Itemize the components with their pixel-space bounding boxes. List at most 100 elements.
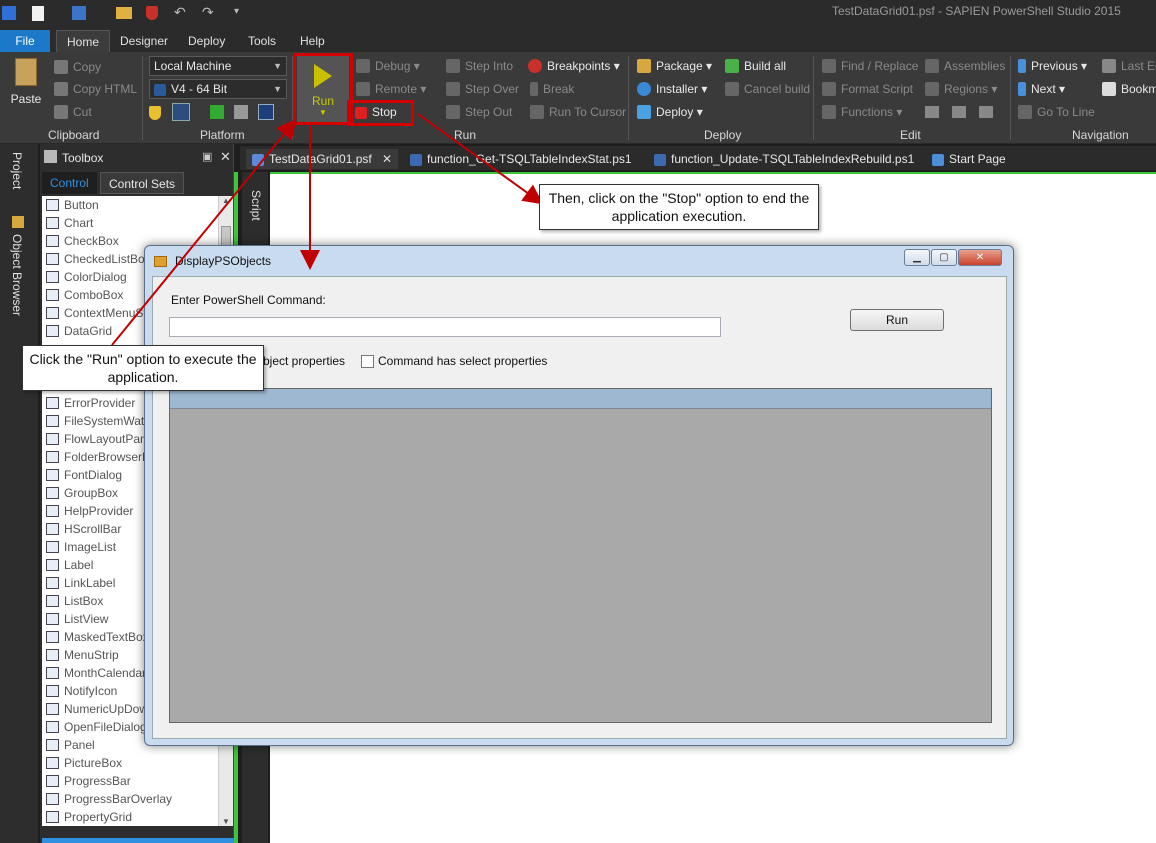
- copy-button[interactable]: Copy: [54, 58, 101, 76]
- tab-home[interactable]: Home: [56, 30, 111, 52]
- control-icon: [46, 721, 59, 733]
- toolbox-item[interactable]: Chart: [42, 214, 218, 232]
- shield-icon[interactable]: [146, 6, 158, 20]
- paste-button[interactable]: Paste: [6, 58, 46, 114]
- assemblies-icon: [925, 59, 939, 73]
- ps1-file-icon: [654, 154, 666, 166]
- machine-select[interactable]: Local Machine ▼: [149, 56, 287, 76]
- outdent-icon[interactable]: [952, 106, 966, 118]
- close-icon: ✕: [975, 252, 985, 263]
- indent-icon[interactable]: [925, 106, 939, 118]
- doc-tab-get-tsql[interactable]: function_Get-TSQLTableIndexStat.ps1: [410, 149, 632, 169]
- clipboard-icon: [15, 58, 37, 86]
- pin-icon[interactable]: ▣: [202, 150, 212, 163]
- previous-button[interactable]: Previous ▾: [1018, 57, 1087, 75]
- doc-tab-testdatagrid[interactable]: TestDataGrid01.psf ✕: [246, 149, 398, 169]
- cancel-build-button[interactable]: Cancel build: [725, 80, 810, 98]
- break-button[interactable]: Break: [530, 80, 574, 98]
- find-replace-button[interactable]: Find / Replace: [822, 57, 918, 75]
- control-icon: [46, 307, 59, 319]
- console-window-icon[interactable]: [172, 103, 190, 121]
- control-icon: [46, 487, 59, 499]
- close-icon[interactable]: ✕: [220, 149, 231, 165]
- remote-button[interactable]: Remote ▾: [356, 80, 426, 98]
- start-page-icon: [932, 154, 944, 166]
- tab-file[interactable]: File: [0, 30, 50, 52]
- toolbox-item[interactable]: PictureBox: [42, 754, 218, 772]
- bookmark-button[interactable]: Bookma: [1102, 80, 1156, 98]
- script-tab[interactable]: Script: [249, 190, 263, 221]
- cut-button[interactable]: Cut: [54, 103, 92, 121]
- step-over-button[interactable]: Step Over: [446, 80, 519, 98]
- deploy-button[interactable]: Deploy ▾: [637, 103, 703, 121]
- open-folder-icon[interactable]: [116, 7, 132, 19]
- select-properties-checkbox[interactable]: [361, 355, 374, 368]
- run-form-button[interactable]: Run: [850, 309, 944, 331]
- close-icon[interactable]: ✕: [382, 149, 392, 169]
- breakpoints-button[interactable]: Breakpoints ▾: [528, 57, 620, 75]
- last-edit-button[interactable]: Last Ed: [1102, 57, 1156, 75]
- control-icon: [46, 433, 59, 445]
- toolbox-icon: [44, 150, 57, 163]
- regions-icon: [925, 82, 939, 96]
- form-window: DisplayPSObjects ▁ ▢ ✕ Enter PowerShell …: [144, 245, 1014, 746]
- build-all-button[interactable]: Build all: [725, 57, 786, 75]
- assemblies-button[interactable]: Assemblies: [925, 57, 1005, 75]
- tab-deploy[interactable]: Deploy: [178, 30, 235, 52]
- save-icon[interactable]: [72, 6, 86, 20]
- command-input[interactable]: [169, 317, 721, 337]
- control-icon: [46, 541, 59, 553]
- step-out-button[interactable]: Step Out: [446, 103, 512, 121]
- toolbox-item-label: Label: [64, 558, 94, 572]
- next-button[interactable]: Next ▾: [1018, 80, 1065, 98]
- object-browser-tab[interactable]: Object Browser: [10, 234, 24, 316]
- data-grid-header: [170, 389, 991, 409]
- debug-button[interactable]: Debug ▾: [356, 57, 420, 75]
- comment-icon[interactable]: [979, 106, 993, 118]
- tab-tools[interactable]: Tools: [238, 30, 286, 52]
- window-title: TestDataGrid01.psf - SAPIEN PowerShell S…: [832, 4, 1121, 18]
- new-file-icon[interactable]: [32, 6, 44, 21]
- scroll-down-icon[interactable]: ▼: [219, 817, 233, 826]
- installer-button[interactable]: Installer ▾: [637, 80, 707, 98]
- minimize-button[interactable]: ▁: [904, 249, 930, 266]
- terminal-icon[interactable]: [258, 104, 274, 120]
- toolbox-item-label: ListView: [64, 612, 109, 626]
- project-tab[interactable]: Project: [10, 152, 24, 189]
- elevated-icon[interactable]: [210, 105, 224, 119]
- redo-icon[interactable]: ↷: [202, 4, 214, 21]
- toolbox-item[interactable]: PropertyGrid: [42, 808, 218, 826]
- step-into-button[interactable]: Step Into: [446, 57, 513, 75]
- go-to-line-button[interactable]: Go To Line: [1018, 103, 1095, 121]
- remote-console-icon[interactable]: [234, 105, 248, 119]
- control-icon: [46, 289, 59, 301]
- copy-html-button[interactable]: Copy HTML: [54, 80, 137, 98]
- package-button[interactable]: Package ▾: [637, 57, 712, 75]
- toolbox-item[interactable]: ProgressBarOverlay: [42, 790, 218, 808]
- app-logo-icon[interactable]: [2, 6, 16, 20]
- functions-button[interactable]: Functions ▾: [822, 103, 902, 121]
- close-window-button[interactable]: ✕: [958, 249, 1002, 266]
- doc-tab-start-page[interactable]: Start Page: [932, 149, 1006, 169]
- toolbox-item[interactable]: ProgressBar: [42, 772, 218, 790]
- document-tabs: TestDataGrid01.psf ✕ function_Get-TSQLTa…: [240, 146, 1156, 170]
- data-grid[interactable]: [169, 388, 992, 723]
- tab-control[interactable]: Control: [42, 172, 97, 194]
- customize-quickaccess-icon[interactable]: ▾: [234, 6, 239, 17]
- scroll-up-icon[interactable]: ▲: [219, 196, 233, 210]
- maximize-button[interactable]: ▢: [931, 249, 957, 266]
- undo-icon[interactable]: ↶: [174, 4, 186, 21]
- doc-tab-update-tsql[interactable]: function_Update-TSQLTableIndexRebuild.ps…: [654, 149, 914, 169]
- format-script-button[interactable]: Format Script: [822, 80, 913, 98]
- shield-run-icon[interactable]: [149, 106, 161, 120]
- version-select[interactable]: V4 - 64 Bit ▼: [149, 79, 287, 99]
- functions-icon: [822, 105, 836, 119]
- run-to-cursor-button[interactable]: Run To Cursor: [530, 103, 626, 121]
- edit-group-label: Edit: [900, 128, 921, 142]
- tab-control-sets[interactable]: Control Sets: [100, 172, 185, 194]
- regions-button[interactable]: Regions ▾: [925, 80, 997, 98]
- toolbox-item[interactable]: Button: [42, 196, 218, 214]
- tab-help[interactable]: Help: [290, 30, 335, 52]
- tab-designer[interactable]: Designer: [110, 30, 178, 52]
- toolbox-item-label: Button: [64, 198, 99, 212]
